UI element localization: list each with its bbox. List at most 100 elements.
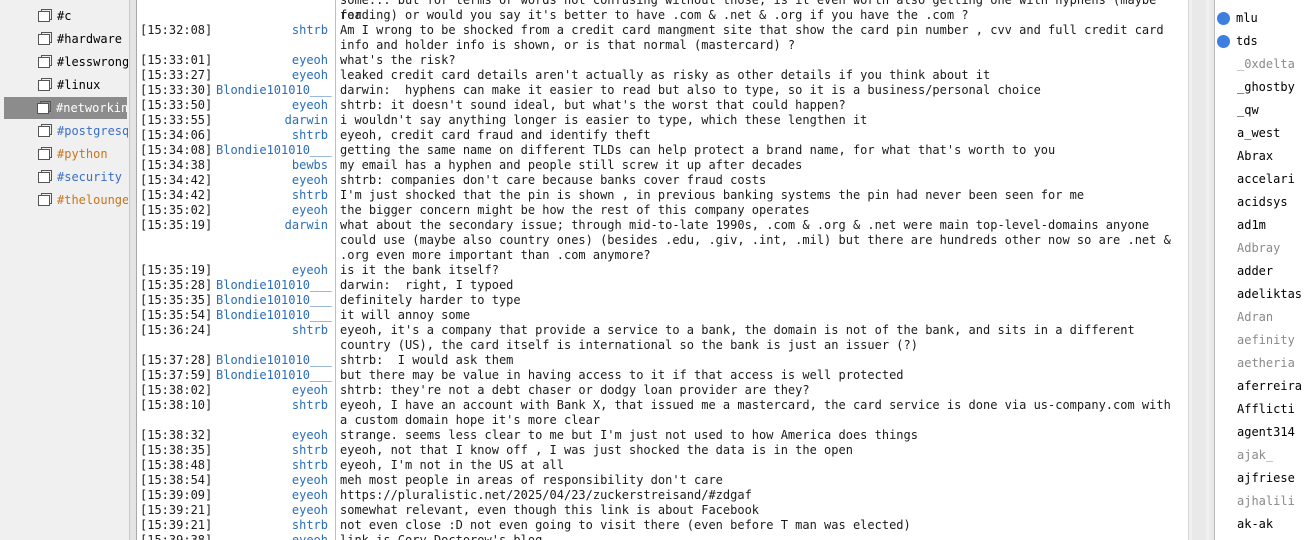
message-text: darwin: right, I typoed [340,278,514,292]
message-nick[interactable]: darwin [216,113,336,128]
message-nick[interactable]: Blondie101010___ [216,143,336,158]
message-nick[interactable]: Blondie101010___ [216,353,336,368]
message-text: strange. seems less clear to me but I'm … [340,428,918,442]
user-item[interactable]: Adran [1215,306,1315,328]
message-nick[interactable] [216,8,336,23]
user-item[interactable]: _ghostby [1215,76,1315,98]
user-item[interactable]: acidsys [1215,191,1315,213]
chat-message: [15:35:35] Blondie101010___ definitely har… [137,293,1189,308]
message-timestamp: [15:35:19] [140,218,213,232]
message-text: I'm just shocked that the pin is shown ,… [340,188,1085,202]
user-name: aferreira [1237,379,1303,393]
message-nick[interactable]: eyeoh [216,503,336,518]
user-item[interactable]: Afflicti [1215,398,1315,420]
chat-message: [15:38:54] eyeoh meh most people in areas … [137,473,1189,488]
message-timestamp: [15:38:35] [140,443,213,457]
channel-item[interactable]: #thelounge [5,189,128,211]
channel-item[interactable]: #security [5,166,128,188]
user-item[interactable]: tds [1215,30,1315,52]
user-item[interactable]: Abrax [1215,145,1315,167]
user-name: accelari [1237,172,1295,186]
user-item[interactable]: a_west [1215,122,1315,144]
message-nick[interactable]: eyeoh [216,173,336,188]
chat-message: [15:38:35] shtrb eyeoh, not that I know of… [137,443,1189,458]
channel-item[interactable]: #c [5,5,128,27]
message-nick[interactable]: shtrb [216,443,336,458]
message-timestamp: [15:38:32] [140,428,213,442]
user-item[interactable]: ajhalili [1215,490,1315,512]
message-timestamp [137,8,216,23]
message-timestamp: [15:36:24] [140,323,213,337]
message-nick[interactable]: shtrb [216,398,336,428]
user-item[interactable]: akem [1215,536,1315,540]
message-nick[interactable]: eyeoh [216,53,336,68]
channel-icon [37,146,57,162]
message-nick[interactable]: Blondie101010___ [216,83,336,98]
message-timestamp: [15:39:09] [140,488,213,502]
message-nick[interactable]: Blondie101010___ [216,308,336,323]
message-nick[interactable]: shtrb [216,323,336,353]
user-item[interactable]: ajak_ [1215,444,1315,466]
user-item[interactable]: aetheria [1215,352,1315,374]
chat-message: [15:34:06] shtrb eyeoh, credit card fraud … [137,128,1189,143]
user-name: agent314 [1237,425,1295,439]
user-item[interactable]: adeliktas [1215,283,1315,305]
chat-message: [15:33:01] eyeoh what's the risk? [137,53,1189,68]
channel-item[interactable]: #networkin [4,97,127,119]
user-item[interactable]: ad1m [1215,214,1315,236]
user-name: _0xdelta [1237,57,1295,71]
message-nick[interactable]: bewbs [216,158,336,173]
message-text: shtrb: they're not a debt chaser or dodg… [340,383,810,397]
message-nick[interactable]: shtrb [216,458,336,473]
message-text: somewhat relevant, even though this link… [340,503,760,517]
message-nick[interactable]: shtrb [216,188,336,203]
left-splitter[interactable] [129,0,136,540]
chat-message: [15:37:59] Blondie101010___ but there may … [137,368,1189,383]
user-item[interactable]: mlu [1215,7,1315,29]
channel-item[interactable]: #python [5,143,128,165]
chat-message: [15:39:38] eyeoh link is Cory Doctorow's b… [137,533,1189,540]
message-nick[interactable]: shtrb [216,128,336,143]
message-nick[interactable]: eyeoh [216,203,336,218]
message-nick[interactable]: eyeoh [216,488,336,503]
message-nick[interactable]: Blondie101010___ [216,368,336,383]
user-item[interactable]: accelari [1215,168,1315,190]
channel-item[interactable]: #hardware [5,28,128,50]
user-item[interactable]: aefinity [1215,329,1315,351]
user-list: mlu tds _0xdelta _ghostby _qw a_west Abrax acce… [1215,0,1315,540]
message-nick[interactable]: shtrb [216,23,336,53]
user-item[interactable]: agent314 [1215,421,1315,443]
user-item[interactable]: Adbray [1215,237,1315,259]
user-item[interactable]: ajfriese [1215,467,1315,489]
message-timestamp: [15:34:38] [140,158,213,172]
user-name: a_west [1237,126,1281,140]
message-nick[interactable]: eyeoh [216,98,336,113]
message-nick[interactable]: shtrb [216,518,336,533]
channel-item[interactable]: #lesswrong [5,51,128,73]
user-name: _qw [1237,103,1259,117]
message-nick[interactable]: eyeoh [216,263,336,278]
user-item[interactable]: _qw [1215,99,1315,121]
channel-item[interactable]: #linux [5,74,128,96]
message-nick[interactable]: Blondie101010___ [216,293,336,308]
chat-message: [15:32:08] shtrb Am I wrong to be shocked … [137,23,1189,53]
message-nick[interactable]: darwin [216,218,336,263]
user-name: acidsys [1237,195,1288,209]
message-nick[interactable]: eyeoh [216,383,336,398]
message-nick[interactable]: eyeoh [216,533,336,540]
user-item[interactable]: _0xdelta [1215,53,1315,75]
message-nick[interactable]: eyeoh [216,473,336,488]
message-nick[interactable]: eyeoh [216,68,336,83]
message-text: Am I wrong to be shocked from a credit c… [340,23,1171,52]
message-nick[interactable]: eyeoh [216,428,336,443]
message-text: what's the risk? [340,53,456,67]
user-item[interactable]: ak-ak [1215,513,1315,535]
channel-label: #c [57,9,72,23]
chat-scrollbar-thumb[interactable] [1192,0,1206,540]
channel-item[interactable]: #postgresq [5,120,128,142]
message-text: shtrb: I would ask them [340,353,514,367]
message-nick[interactable]: Blondie101010___ [216,278,336,293]
user-item[interactable]: adder [1215,260,1315,282]
user-item[interactable]: aferreira [1215,375,1315,397]
message-timestamp: [15:35:54] [140,308,213,322]
